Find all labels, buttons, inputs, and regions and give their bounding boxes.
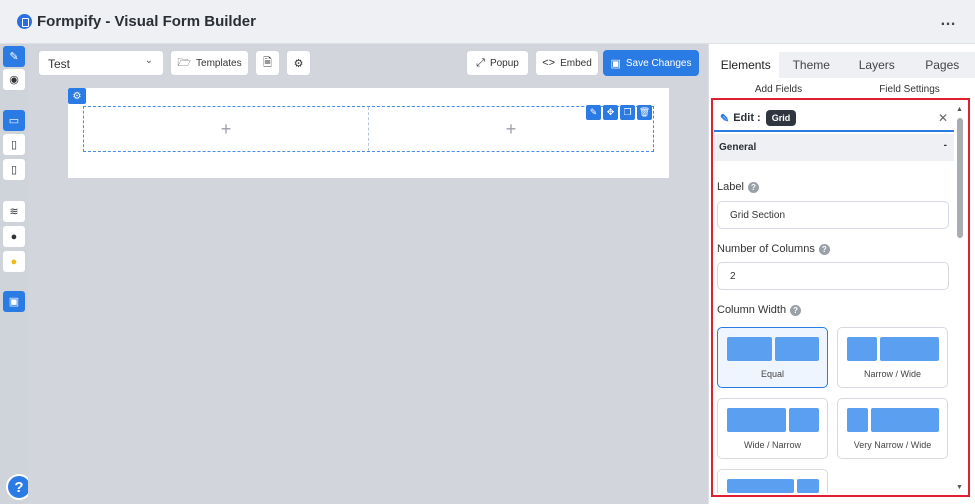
templates-button[interactable]: 🗁 Templates [170, 50, 249, 76]
highlight-box [711, 98, 970, 497]
popup-button[interactable]: ⤢ Popup [466, 50, 529, 76]
question-icon: ? [14, 478, 24, 496]
grid-section[interactable]: + + ✎ ✥ ❐ 🗑 [83, 105, 654, 152]
grid-toolbar: ✎ ✥ ❐ 🗑 [586, 105, 652, 120]
embed-label: Embed [560, 57, 592, 69]
eye-icon: ◉ [9, 74, 19, 86]
layers-icon: ≋ [9, 206, 19, 218]
form-settings-button[interactable]: ⚙ [286, 50, 311, 76]
add-field-icon[interactable]: + [506, 119, 517, 140]
form-select[interactable]: Test ⌄ [38, 50, 164, 76]
edit-icon[interactable]: ✎ [586, 105, 601, 120]
save-changes-label: Save Changes [625, 57, 692, 69]
tablet-view-button[interactable]: ▯ [3, 134, 25, 155]
form-preview: ⚙ + + ✎ ✥ ❐ 🗑 [68, 88, 669, 178]
tips-button[interactable]: ● [3, 251, 25, 272]
tablet-icon: ▯ [10, 139, 18, 151]
subtab-add-fields[interactable]: Add Fields [713, 78, 844, 100]
app-logo-icon [17, 14, 32, 29]
chevron-down-icon: ⌄ [144, 55, 153, 66]
bulb-icon: ● [10, 255, 18, 268]
preview-button[interactable]: ◉ [3, 69, 25, 90]
save-rail-button[interactable]: ▣ [3, 291, 25, 312]
file-icon: 🗎 [263, 56, 272, 69]
form-file-button[interactable]: 🗎 [255, 50, 280, 76]
more-menu-icon[interactable]: … [940, 12, 957, 30]
embed-button[interactable]: <> Embed [535, 50, 599, 76]
mobile-icon: ▯ [10, 164, 18, 176]
help-info-button[interactable]: ● [3, 226, 25, 247]
settings-icon: ⚙ [293, 57, 304, 70]
tab-layers[interactable]: Layers [844, 52, 910, 78]
builder-canvas: Test ⌄ 🗁 Templates 🗎 ⚙ ⤢ Popup <> Embed … [28, 44, 708, 504]
desktop-view-button[interactable]: ▭ [3, 110, 25, 131]
app-title: Formpify - Visual Form Builder [37, 13, 256, 30]
form-select-value: Test [48, 57, 71, 71]
save-changes-button[interactable]: ▣ Save Changes [603, 50, 699, 76]
code-icon: <> [542, 57, 556, 69]
gear-icon: ⚙ [72, 90, 82, 102]
move-icon[interactable]: ✥ [603, 105, 618, 120]
add-field-icon[interactable]: + [221, 119, 232, 140]
panel-subtabs: Add Fields Field Settings [713, 78, 975, 100]
mobile-view-button[interactable]: ▯ [3, 159, 25, 180]
desktop-icon: ▭ [8, 115, 20, 127]
left-icon-rail: ✎ ◉ ▭ ▯ ▯ ≋ ● ● ▣ [0, 44, 28, 504]
grid-column-1[interactable]: + [84, 107, 368, 151]
trash-icon[interactable]: 🗑 [637, 105, 652, 120]
edit-mode-button[interactable]: ✎ [3, 46, 25, 67]
section-settings-button[interactable]: ⚙ [68, 88, 86, 104]
tab-elements[interactable]: Elements [713, 52, 779, 78]
subtab-field-settings[interactable]: Field Settings [844, 78, 975, 100]
copy-icon[interactable]: ❐ [620, 105, 635, 120]
help-icon: ● [10, 230, 18, 243]
tab-pages[interactable]: Pages [909, 52, 975, 78]
save-icon: ▣ [610, 57, 621, 70]
templates-label: Templates [196, 57, 242, 69]
folder-icon: 🗁 [177, 56, 192, 69]
tab-theme[interactable]: Theme [778, 52, 844, 78]
panel-tabs: Elements Theme Layers Pages [713, 52, 975, 78]
app-header: Formpify - Visual Form Builder … [0, 0, 975, 44]
layers-button[interactable]: ≋ [3, 201, 25, 222]
expand-icon: ⤢ [476, 56, 485, 69]
save-icon: ▣ [8, 296, 20, 308]
popup-label: Popup [489, 57, 519, 69]
edit-icon: ✎ [9, 51, 19, 63]
